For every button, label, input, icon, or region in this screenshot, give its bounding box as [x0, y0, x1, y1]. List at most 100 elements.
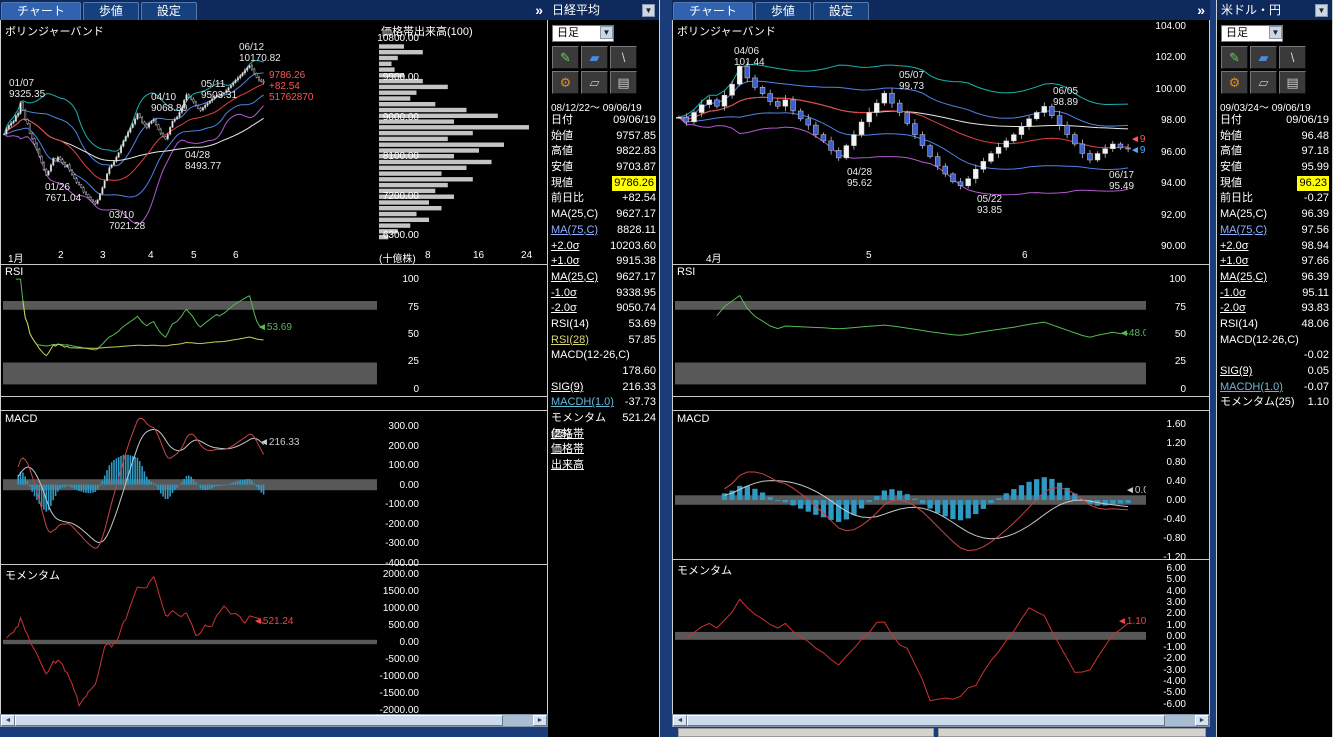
momentum-chart-right[interactable] [675, 565, 1146, 710]
chevron-down-icon[interactable]: ▼ [600, 26, 613, 39]
macd-chart-right[interactable] [675, 415, 1146, 558]
tab-settings-right[interactable]: 設定 [813, 2, 869, 20]
y-axis-tick: 96.00 [1161, 147, 1186, 158]
indicator-link[interactable]: SIG(9) [1220, 364, 1252, 380]
momentum-chart-left[interactable] [3, 570, 377, 710]
indicator-link[interactable]: -2.0σ [551, 301, 577, 317]
marker-tool[interactable]: ▰ [581, 46, 608, 69]
indicator-link[interactable]: +2.0σ [551, 239, 580, 255]
indicator-link[interactable]: RSI(28) [551, 333, 589, 349]
indicator-link[interactable]: MA(75,C) [1220, 223, 1267, 239]
timeframe-selector-right[interactable]: 日足 ▼ [1221, 25, 1283, 42]
symbol-selector-right[interactable]: 米ドル・円 ▼ [1217, 0, 1332, 20]
x-axis-tick: 5 [866, 250, 872, 261]
rsi-chart-right[interactable] [675, 278, 1146, 391]
y-axis-left-macd: 300.00200.00100.000.00-100.00-200.00-300… [379, 415, 421, 563]
pencil-tool[interactable]: ✎ [552, 46, 579, 69]
chevron-down-icon[interactable]: ▼ [642, 4, 655, 17]
y-axis-tick: -1500.00 [380, 688, 419, 699]
settings-gear-tool[interactable]: ⚙ [552, 71, 579, 94]
info-row: 日付09/06/19 [548, 113, 659, 129]
eraser-tool[interactable]: ▱ [581, 71, 608, 94]
date-range-right: 09/03/24～ 09/06/19 [1217, 99, 1332, 114]
y-axis-tick: 25 [408, 356, 419, 367]
y-axis-tick: 94.00 [1161, 178, 1186, 189]
chevron-down-icon[interactable]: ▼ [1315, 4, 1328, 17]
panel-splitter-left[interactable] [1, 398, 547, 411]
tab-chart-left[interactable]: チャート [1, 2, 81, 20]
y-axis-tick: -100.00 [385, 499, 419, 510]
y-axis-tick: 102.00 [1155, 52, 1186, 63]
info-value: 9050.74 [616, 301, 656, 317]
rsi-panel-right: RSI 1007550250 ◄48.06 [673, 266, 1209, 397]
macd-title-left: MACD [5, 413, 37, 425]
candlestick-chart-left[interactable] [3, 22, 377, 250]
info-label: MACD(12-26,C) [551, 348, 630, 364]
indicator-link[interactable]: -2.0σ [1220, 301, 1246, 317]
indicator-link[interactable]: 価格帯 [551, 442, 584, 458]
indicator-link[interactable]: MACDH(1.0) [551, 395, 614, 411]
y-axis-tick: 0.00 [400, 637, 419, 648]
info-value: 9757.85 [616, 129, 656, 145]
x-axis-tick: 2 [58, 250, 64, 261]
indicator-link[interactable]: -1.0σ [1220, 286, 1246, 302]
y-axis-right-main: 104.00102.00100.0098.0096.0094.0092.0090… [1148, 22, 1188, 250]
line-tool[interactable]: \ [1279, 46, 1306, 69]
indicator-link[interactable]: 価格帯 [551, 427, 584, 443]
indicator-link[interactable]: -1.0σ [551, 286, 577, 302]
y-axis-tick: 0 [1180, 384, 1186, 395]
scroll-thumb[interactable] [687, 715, 1165, 726]
symbol-selector-left[interactable]: 日経平均 ▼ [548, 0, 659, 20]
line-tool[interactable]: \ [610, 46, 637, 69]
y-axis-left-momentum: 2000.001500.001000.00500.000.00-500.00-1… [379, 570, 421, 710]
scroll-left-button[interactable]: ◄ [673, 715, 687, 726]
info-value: -0.27 [1304, 191, 1329, 207]
settings-gear-tool[interactable]: ⚙ [1221, 71, 1248, 94]
indicator-link[interactable]: +2.0σ [1220, 239, 1249, 255]
scroll-right-button[interactable]: ► [1195, 715, 1209, 726]
indicator-link[interactable]: MA(25,C) [551, 270, 598, 286]
momentum-title-right: モメンタム [677, 562, 732, 578]
chevron-down-icon[interactable]: ▼ [1269, 26, 1282, 39]
y-axis-tick: 3.00 [1167, 597, 1186, 608]
rsi-chart-left[interactable] [3, 278, 377, 391]
scroll-left-button[interactable]: ◄ [1, 715, 15, 726]
panel-splitter-right[interactable] [673, 398, 1209, 411]
tab-quotes-left[interactable]: 歩値 [83, 2, 139, 20]
tab-settings-left[interactable]: 設定 [141, 2, 197, 20]
indicator-link[interactable]: +1.0σ [551, 254, 580, 270]
tab-overflow-icon-right[interactable]: » [1197, 2, 1205, 18]
h-scrollbar-right[interactable]: ◄ ► [672, 714, 1210, 727]
info-label: MA(25,C) [551, 207, 598, 223]
indicator-link[interactable]: +1.0σ [1220, 254, 1249, 270]
info-value: 96.23 [1297, 176, 1329, 192]
tab-overflow-icon-left[interactable]: » [535, 2, 543, 18]
y-axis-tick: 2.00 [1167, 608, 1186, 619]
h-scrollbar-left[interactable]: ◄ ► [0, 714, 548, 727]
info-label: 日付 [551, 113, 573, 129]
marker-tool[interactable]: ▰ [1250, 46, 1277, 69]
indicator-link[interactable]: 出来高 [551, 458, 584, 474]
tab-chart-right[interactable]: チャート [673, 2, 753, 20]
indicator-link[interactable]: SIG(9) [551, 380, 583, 396]
scroll-right-button[interactable]: ► [533, 715, 547, 726]
info-label: 現値 [551, 176, 573, 192]
print-tool[interactable]: ▤ [1279, 71, 1306, 94]
info-value: 9338.95 [616, 286, 656, 302]
indicator-link[interactable]: MACDH(1.0) [1220, 380, 1283, 396]
timeframe-selector-left[interactable]: 日足 ▼ [552, 25, 614, 42]
eraser-tool[interactable]: ▱ [1250, 71, 1277, 94]
macd-chart-left[interactable] [3, 415, 377, 563]
scroll-thumb[interactable] [15, 715, 503, 726]
y-axis-tick: -200.00 [385, 519, 419, 530]
indicator-link[interactable]: MA(75,C) [551, 223, 598, 239]
tab-quotes-right[interactable]: 歩値 [755, 2, 811, 20]
y-axis-tick: 100.00 [388, 460, 419, 471]
info-label: MA(25,C) [1220, 207, 1267, 223]
pencil-tool[interactable]: ✎ [1221, 46, 1248, 69]
info-value: +82.54 [622, 191, 656, 207]
info-row: SIG(9)216.33 [548, 380, 659, 396]
indicator-link[interactable]: MA(25,C) [1220, 270, 1267, 286]
candlestick-chart-right[interactable] [675, 22, 1146, 250]
print-tool[interactable]: ▤ [610, 71, 637, 94]
